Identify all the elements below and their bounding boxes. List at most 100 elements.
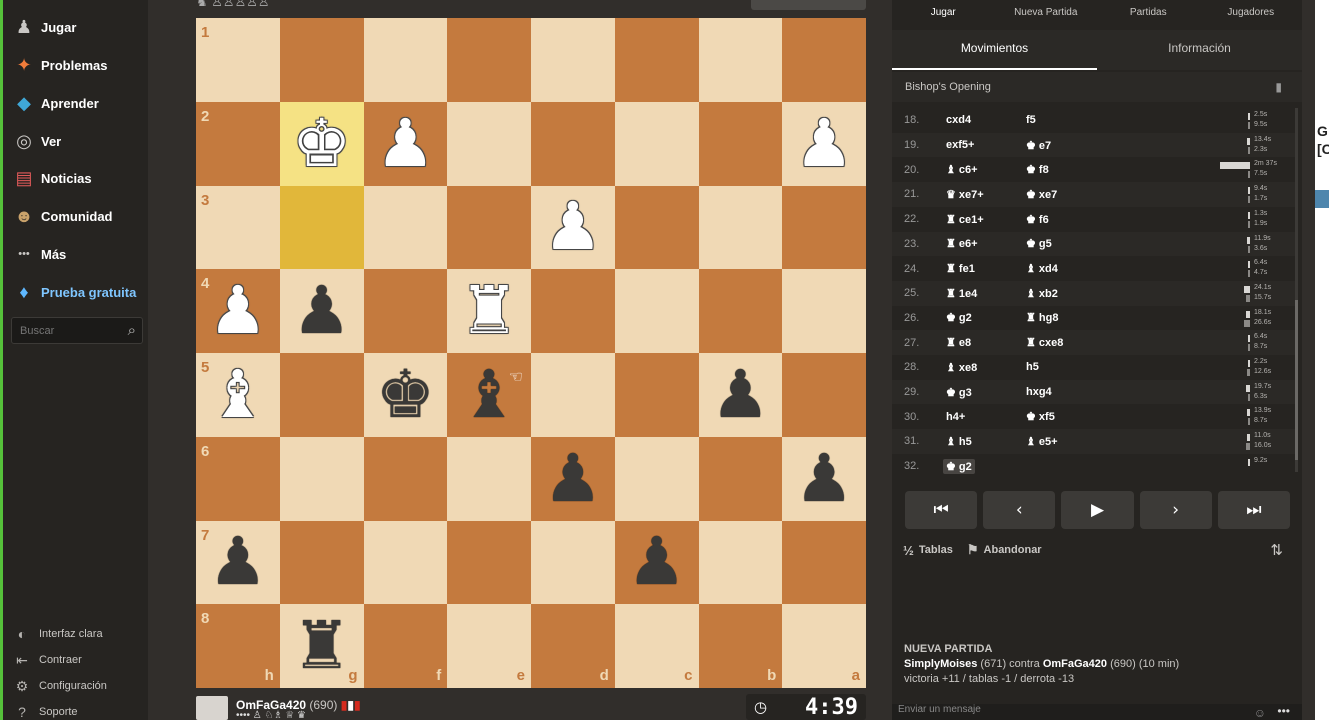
subtab-movimientos[interactable]: Movimientos xyxy=(892,30,1097,70)
square-h5[interactable]: 5 ♝ xyxy=(196,353,280,437)
nav-item-prueba-gratuita[interactable]: ♦ Prueba gratuita xyxy=(11,279,136,305)
square-c4[interactable] xyxy=(614,269,699,353)
square-d1[interactable] xyxy=(531,18,615,102)
black-move[interactable]: f5 xyxy=(1026,114,1036,126)
search-input[interactable] xyxy=(20,324,120,337)
black-move[interactable]: ♜ hg8 xyxy=(1026,311,1058,324)
black-pawn-icon[interactable]: ♟ xyxy=(292,278,351,344)
square-b6[interactable] xyxy=(698,436,783,521)
tab-partidas[interactable]: Partidas xyxy=(1097,0,1200,26)
black-pawn-icon[interactable]: ♟ xyxy=(627,529,686,595)
nav-item-aprender[interactable]: ◆ Aprender xyxy=(11,90,99,116)
resign-button[interactable]: ⚑ Abandonar xyxy=(967,542,1042,558)
square-a5[interactable] xyxy=(782,353,866,437)
white-move[interactable]: ♜ e6+ xyxy=(943,236,981,251)
square-d3[interactable]: ♟ xyxy=(531,185,615,270)
square-f7[interactable] xyxy=(363,520,448,605)
white-move[interactable]: ♚ g2 xyxy=(943,310,975,325)
square-c1[interactable] xyxy=(614,18,699,102)
black-move[interactable]: ♚ e7 xyxy=(1026,139,1051,152)
square-e5[interactable]: ♝ ☜ xyxy=(447,353,531,437)
last-move-button[interactable]: ⏭ xyxy=(1217,491,1291,529)
square-a1[interactable] xyxy=(782,18,866,102)
square-d5[interactable] xyxy=(531,353,615,437)
black-rook-icon[interactable]: ♜ xyxy=(292,613,351,679)
white-move[interactable]: exf5+ xyxy=(943,138,977,152)
square-g3[interactable] xyxy=(279,185,364,270)
square-h7[interactable]: 7 ♟ xyxy=(196,520,280,605)
nav-item-más[interactable]: ••• Más xyxy=(11,241,66,267)
square-h1[interactable]: 1 xyxy=(196,18,280,102)
square-c3[interactable] xyxy=(614,185,699,270)
flip-board-icon[interactable]: ⇅ xyxy=(1270,541,1283,559)
square-b7[interactable] xyxy=(698,520,783,605)
white-move[interactable]: ♜ ce1+ xyxy=(943,212,987,227)
square-b5[interactable]: ♟ xyxy=(698,353,783,437)
square-g5[interactable] xyxy=(279,353,364,437)
black-move[interactable]: ♚ f6 xyxy=(1026,213,1049,226)
black-move[interactable]: ♜ cxe8 xyxy=(1026,336,1063,349)
white-pawn-icon[interactable]: ♟ xyxy=(208,278,267,344)
white-move[interactable]: ♚ g3 xyxy=(943,385,975,400)
square-b3[interactable] xyxy=(698,185,783,270)
square-g2[interactable]: ♚ xyxy=(279,101,364,186)
square-e8[interactable]: e xyxy=(447,604,531,688)
scrollbar-thumb[interactable] xyxy=(1295,300,1298,460)
white-move[interactable]: ♜ fe1 xyxy=(943,261,978,276)
square-f1[interactable] xyxy=(363,18,448,102)
white-move[interactable]: ♛ xe7+ xyxy=(943,187,987,202)
black-pawn-icon[interactable]: ♟ xyxy=(795,445,854,512)
tab-nueva-partida[interactable]: Nueva Partida xyxy=(995,0,1098,26)
square-f3[interactable] xyxy=(363,185,448,270)
square-h3[interactable]: 3 xyxy=(196,185,280,270)
square-d7[interactable] xyxy=(531,520,615,605)
next-move-button[interactable]: › xyxy=(1139,491,1212,529)
square-g1[interactable] xyxy=(279,18,364,102)
black-pawn-icon[interactable]: ♟ xyxy=(208,529,267,595)
subtab-información[interactable]: Información xyxy=(1097,30,1302,70)
black-pawn-icon[interactable]: ♟ xyxy=(711,361,770,428)
white-pawn-icon[interactable]: ♟ xyxy=(376,110,435,177)
tab-jugar[interactable]: Jugar xyxy=(892,0,995,26)
square-e3[interactable] xyxy=(447,185,531,270)
chess-board[interactable]: 1 2 ♚ ♟ ♟ 3 ♟ 4 ♟ ♟ ♜ 5 ♝ ♚ ♝ ☜ ♟ 6 ♟ ♟ 7 ♟ ♟ 8 h g ♜ f e d c b a xyxy=(196,18,866,688)
nav-item-ver[interactable]: ◎ Ver xyxy=(11,128,61,154)
square-f6[interactable] xyxy=(363,436,448,521)
square-e6[interactable] xyxy=(447,436,531,521)
nav-item-comunidad[interactable]: ☻ Comunidad xyxy=(11,203,113,229)
white-king-icon[interactable]: ♚ xyxy=(292,110,351,177)
black-move[interactable]: ♚ f8 xyxy=(1026,163,1049,176)
white-pawn-icon[interactable]: ♟ xyxy=(543,194,602,260)
white-rook-icon[interactable]: ♜ xyxy=(460,278,519,344)
square-a3[interactable] xyxy=(782,185,866,270)
black-pawn-icon[interactable]: ♟ xyxy=(543,445,602,512)
square-c2[interactable] xyxy=(614,101,699,186)
square-e7[interactable] xyxy=(447,520,531,605)
tab-jugadores[interactable]: Jugadores xyxy=(1200,0,1303,26)
black-king-icon[interactable]: ♚ xyxy=(376,361,435,428)
white-move[interactable]: ♜ e8 xyxy=(943,335,974,350)
square-b4[interactable] xyxy=(698,269,783,353)
square-f8[interactable]: f xyxy=(363,604,448,688)
square-g8[interactable]: g ♜ xyxy=(279,604,364,688)
square-h2[interactable]: 2 xyxy=(196,101,280,186)
square-c7[interactable]: ♟ xyxy=(614,520,699,605)
avatar[interactable] xyxy=(196,696,228,720)
square-g4[interactable]: ♟ xyxy=(279,269,364,353)
search-icon[interactable]: ⌕ xyxy=(128,322,136,339)
square-e4[interactable]: ♜ xyxy=(447,269,531,353)
square-g6[interactable] xyxy=(279,436,364,521)
square-c8[interactable]: c xyxy=(614,604,699,688)
white-move[interactable]: ♝ xe8 xyxy=(943,360,980,375)
square-b2[interactable] xyxy=(698,101,783,186)
square-d8[interactable]: d xyxy=(531,604,615,688)
black-move[interactable]: h5 xyxy=(1026,361,1039,373)
square-d4[interactable] xyxy=(531,269,615,353)
move-list[interactable]: 18. cxd4 f5 2.5s 9.5s 19. exf5+ ♚ e7 13.4s 2.3s 20… xyxy=(892,108,1302,474)
black-move[interactable]: hxg4 xyxy=(1026,386,1052,398)
square-a2[interactable]: ♟ xyxy=(782,101,866,186)
black-move[interactable]: ♚ xe7 xyxy=(1026,188,1057,201)
footer-item-configuración[interactable]: ⚙ Configuración xyxy=(11,676,107,696)
white-pawn-icon[interactable]: ♟ xyxy=(795,110,854,177)
white-move[interactable]: ♝ h5 xyxy=(943,434,975,449)
